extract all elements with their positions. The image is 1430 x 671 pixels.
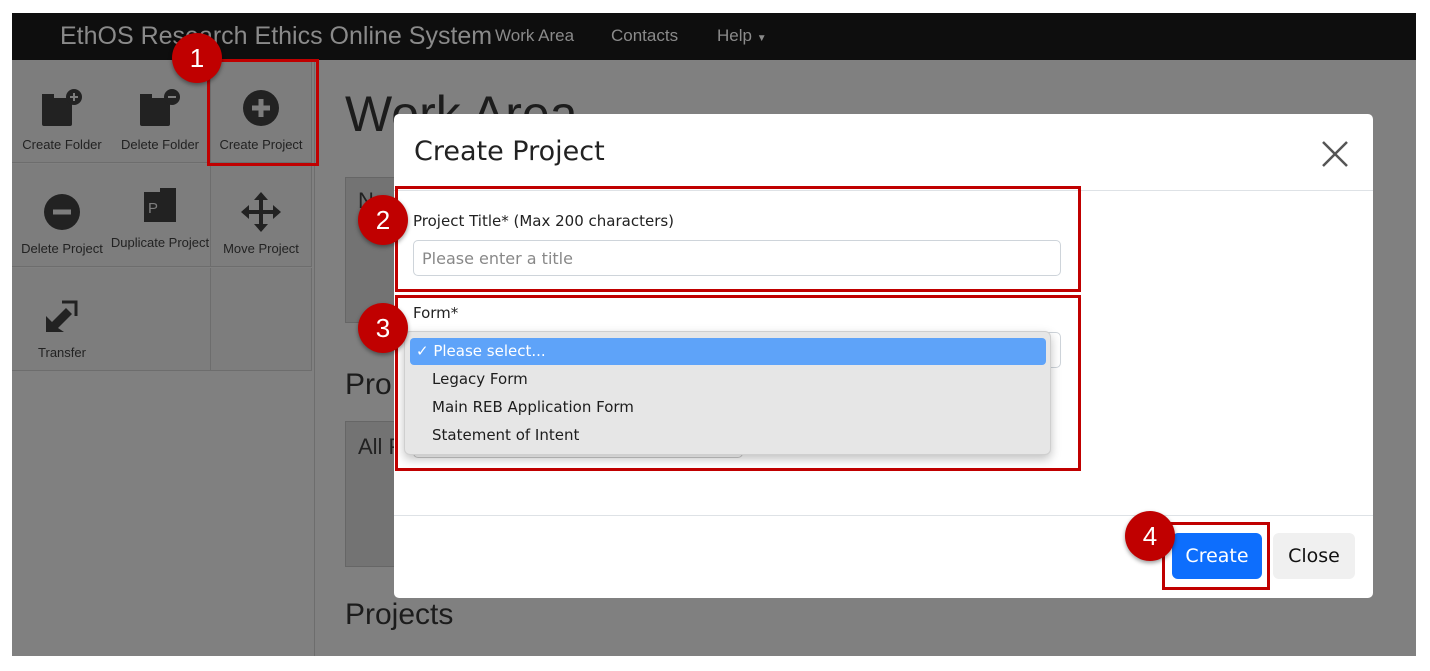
transfer-button[interactable]: Transfer	[12, 268, 113, 371]
nav-work-area[interactable]: Work Area	[495, 26, 574, 46]
navbar: EthOS Research Ethics Online System Work…	[12, 13, 1416, 60]
transfer-icon	[12, 294, 112, 338]
close-button[interactable]: Close	[1273, 533, 1355, 579]
nav-contacts[interactable]: Contacts	[611, 26, 678, 46]
annotation-badge-1: 1	[172, 33, 222, 83]
svg-text:P: P	[148, 200, 158, 217]
folder-minus-icon	[110, 86, 210, 130]
duplicate-icon: P	[110, 184, 210, 228]
folder-plus-icon	[12, 86, 112, 130]
tile-label: Transfer	[38, 345, 86, 360]
annotation-box-2	[395, 186, 1081, 292]
nav-help-label: Help	[717, 26, 752, 45]
empty-tile	[110, 268, 211, 371]
tile-label: Delete Folder	[120, 137, 200, 152]
caret-down-icon: ▼	[756, 33, 767, 44]
close-icon[interactable]	[1319, 138, 1351, 170]
tile-label: Delete Project	[21, 241, 103, 256]
duplicate-project-button[interactable]: P Duplicate Project	[110, 164, 211, 267]
empty-tile	[211, 268, 312, 371]
annotation-badge-2: 2	[358, 195, 408, 245]
move-icon	[211, 190, 311, 234]
tile-label: Move Project	[223, 241, 299, 256]
delete-project-button[interactable]: Delete Project	[12, 164, 113, 267]
modal-title: Create Project	[414, 136, 605, 167]
brand[interactable]: EthOS Research Ethics Online System	[60, 22, 492, 51]
annotation-badge-3: 3	[358, 303, 408, 353]
tile-label: Duplicate Project	[110, 235, 210, 250]
create-folder-button[interactable]: Create Folder	[12, 60, 113, 163]
move-project-button[interactable]: Move Project	[211, 164, 312, 267]
minus-circle-icon	[12, 190, 112, 234]
tile-label: Create Folder	[22, 137, 102, 152]
footer-divider	[394, 515, 1373, 516]
projects-heading: Projects	[345, 598, 454, 631]
annotation-box-4	[1162, 522, 1270, 590]
annotation-badge-4: 4	[1125, 511, 1175, 561]
section-heading: Pro	[345, 368, 392, 401]
annotation-box-1	[207, 59, 319, 166]
nav-help[interactable]: Help ▼	[717, 26, 767, 46]
annotation-box-3	[395, 295, 1081, 471]
